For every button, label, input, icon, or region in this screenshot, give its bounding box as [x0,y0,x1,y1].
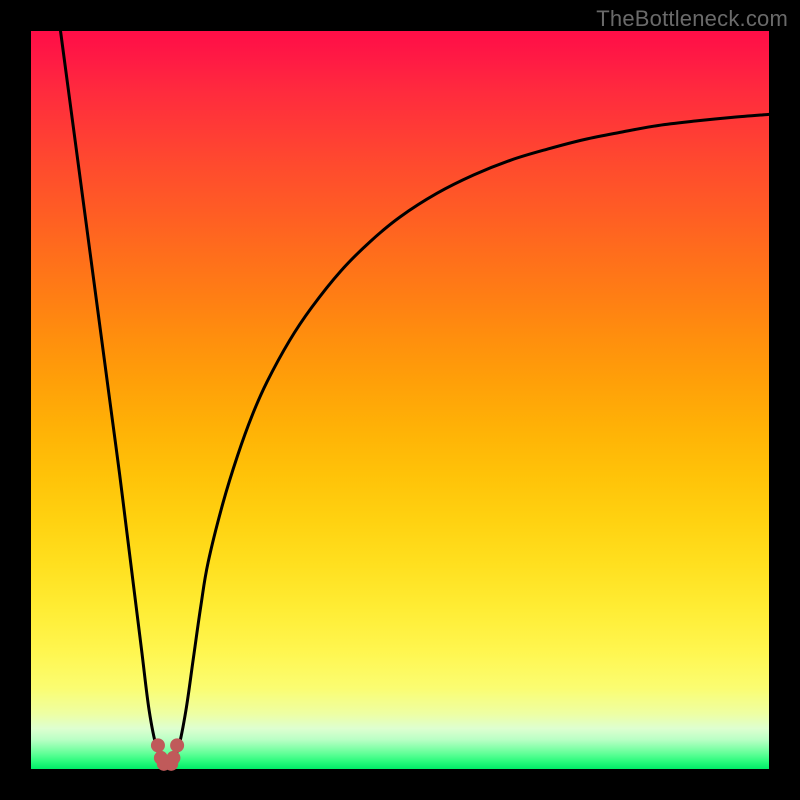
bottleneck-curve [61,31,769,764]
data-marker [164,757,178,771]
data-marker [170,738,184,752]
watermark-text: TheBottleneck.com [596,6,788,32]
data-marker [151,738,165,752]
outer-frame: TheBottleneck.com [0,0,800,800]
marker-group [151,738,184,770]
plot-area [31,31,769,769]
curve-layer [31,31,769,769]
